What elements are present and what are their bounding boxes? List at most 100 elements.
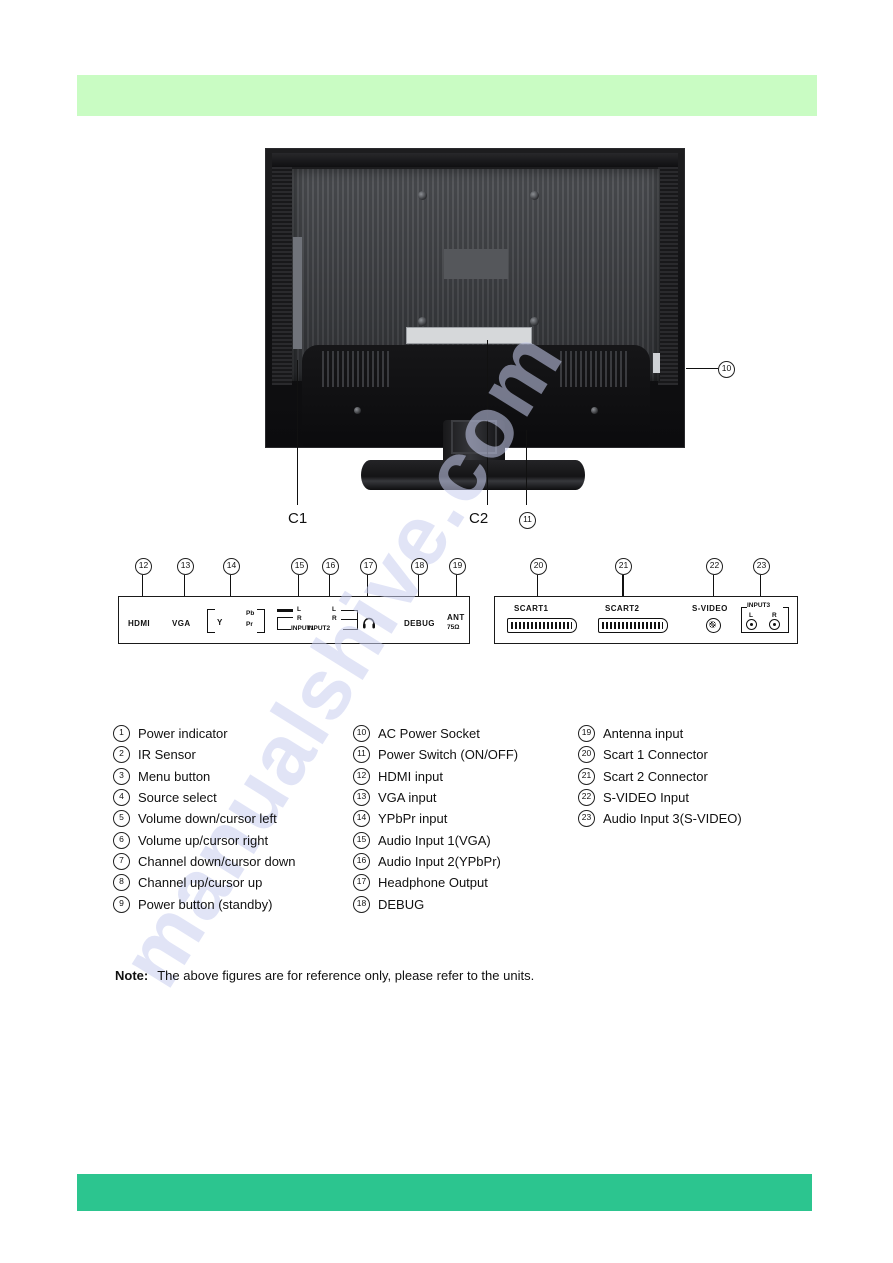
input1-l-label: L — [297, 606, 301, 613]
legend-item-label: Channel down/cursor down — [138, 853, 296, 869]
tv-center-plate — [444, 249, 508, 279]
legend-item: 6 Volume up/cursor right — [113, 829, 296, 850]
legend-item: 23 Audio Input 3(S-VIDEO) — [578, 808, 742, 829]
legend-item-number: 7 — [113, 852, 130, 870]
callout-14: 14 — [223, 558, 240, 575]
legend-item-label: Power indicator — [138, 726, 228, 742]
leader-line-12 — [142, 575, 143, 596]
hdmi-port-label: HDMI — [128, 619, 151, 628]
legend-item-label: Audio Input 2(YPbPr) — [378, 853, 501, 869]
tv-right-vent — [658, 167, 678, 385]
legend-item-label: Power Switch (ON/OFF) — [378, 747, 519, 763]
legend-item-number: 1 — [113, 725, 130, 743]
legend-item: 16 Audio Input 2(YPbPr) — [353, 851, 518, 872]
bottom-banner — [77, 1174, 812, 1211]
tv-power-socket-marker — [653, 353, 660, 373]
input1-r-bar — [277, 617, 293, 618]
tv-top-bezel — [272, 153, 678, 167]
rear-connector-panel-left: HDMI VGA Y Pb Pr L R INPUT1 L R INPUT2 D… — [118, 596, 470, 644]
legend-item: 20 Scart 1 Connector — [578, 744, 742, 765]
legend-item-number: 11 — [353, 746, 370, 764]
y-port-label: Y — [217, 618, 223, 627]
legend-item-number: 14 — [353, 810, 370, 828]
legend-item-number: 16 — [353, 852, 370, 870]
legend-item-label: IR Sensor — [138, 747, 196, 763]
legend-item-number: 4 — [113, 789, 130, 807]
input3-r-label: R — [772, 612, 777, 619]
tv-mount-screw — [354, 407, 361, 414]
leader-line-15 — [298, 575, 299, 596]
input1-r-label: R — [297, 615, 302, 622]
legend-item-number: 15 — [353, 831, 370, 849]
callout-11: 11 — [519, 512, 536, 529]
input3-l-rca — [746, 619, 757, 630]
leader-line-16 — [329, 575, 330, 596]
callout-10: 10 — [718, 361, 735, 378]
scart2-label: SCART2 — [605, 604, 640, 613]
headphone-icon — [363, 617, 375, 629]
legend-item: 9 Power button (standby) — [113, 893, 296, 914]
callout-19: 19 — [449, 558, 466, 575]
legend-item: 19 Antenna input — [578, 723, 742, 744]
leader-line-23 — [760, 575, 761, 596]
scart2-pins — [602, 622, 663, 629]
leader-line-11 — [526, 430, 527, 505]
tv-mount-screw — [530, 191, 539, 200]
input1-bracket — [277, 617, 278, 629]
input3-r-rca — [769, 619, 780, 630]
legend-column-3: 19 Antenna input 20 Scart 1 Connector 21 Scar… — [578, 723, 742, 829]
legend-item-number: 10 — [353, 725, 370, 743]
legend-item-number: 19 — [578, 725, 595, 743]
leader-line-20 — [537, 575, 538, 596]
tv-stand-base — [361, 460, 585, 490]
legend-item: 18 DEBUG — [353, 893, 518, 914]
label-c1: C1 — [288, 510, 308, 527]
pb-port-label: Pb — [246, 610, 255, 617]
legend-item-label: Scart 2 Connector — [603, 768, 708, 784]
legend-item: 13 VGA input — [353, 787, 518, 808]
legend-item-label: Source select — [138, 790, 217, 806]
svideo-label: S-VIDEO — [692, 604, 728, 613]
legend-item: 2 IR Sensor — [113, 744, 296, 765]
note: Note: The above figures are for reference… — [115, 968, 534, 983]
legend-item-number: 22 — [578, 789, 595, 807]
scart2-connector — [598, 618, 668, 633]
component-bracket-left — [207, 609, 215, 633]
leader-line-c2 — [487, 340, 488, 505]
input2-label: INPUT2 — [307, 625, 331, 632]
legend-item: 12 HDMI input — [353, 766, 518, 787]
tv-chassis — [265, 148, 685, 448]
legend-item: 5 Volume down/cursor left — [113, 808, 296, 829]
legend-column-2: 10 AC Power Socket 11 Power Switch (ON/OFF)… — [353, 723, 518, 915]
callout-23: 23 — [753, 558, 770, 575]
input2-r-bar — [341, 619, 357, 620]
legend-item-number: 8 — [113, 874, 130, 892]
legend-item-number: 17 — [353, 874, 370, 892]
legend-item: 21 Scart 2 Connector — [578, 766, 742, 787]
legend-item-label: VGA input — [378, 790, 437, 806]
legend-item-number: 13 — [353, 789, 370, 807]
legend-item-label: Antenna input — [603, 726, 684, 742]
legend-item-label: S-VIDEO Input — [603, 790, 689, 806]
legend-item-label: Volume down/cursor left — [138, 811, 277, 827]
legend-item-label: Menu button — [138, 768, 211, 784]
callout-21: 21 — [615, 558, 632, 575]
debug-port-label: DEBUG — [404, 619, 435, 628]
callout-13: 13 — [177, 558, 194, 575]
svideo-connector — [706, 618, 721, 633]
leader-line-21 — [622, 575, 624, 596]
top-banner — [77, 75, 817, 116]
legend-item-label: HDMI input — [378, 768, 444, 784]
tv-stand-plate — [451, 420, 497, 454]
antenna-port-label: ANT — [447, 613, 465, 622]
input1-foot — [277, 629, 291, 630]
input1-l-bar — [277, 609, 293, 612]
callout-12: 12 — [135, 558, 152, 575]
legend-item-label: AC Power Socket — [378, 726, 480, 742]
leader-line-18 — [418, 575, 419, 596]
leader-line-22 — [713, 575, 714, 596]
legend-item-label: Channel up/cursor up — [138, 875, 263, 891]
legend-item-number: 6 — [113, 831, 130, 849]
legend-item: 11 Power Switch (ON/OFF) — [353, 744, 518, 765]
vga-port-label: VGA — [172, 619, 191, 628]
